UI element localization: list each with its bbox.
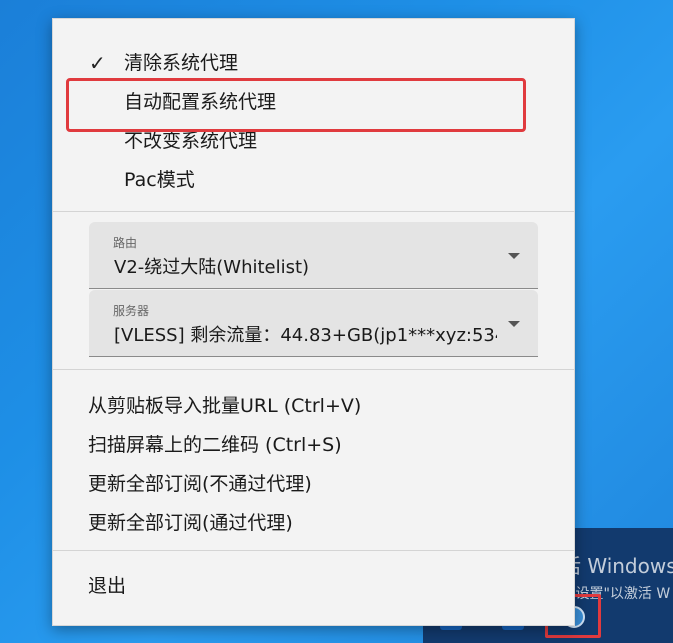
routing-select-value: V2-绕过大陆(Whitelist) (114, 257, 310, 278)
menu-item-import-from-clipboard[interactable]: 从剪贴板导入批量URL (Ctrl+V) (88, 391, 361, 418)
menu-item-exit[interactable]: 退出 (88, 571, 126, 598)
menu-item-update-subscriptions-direct[interactable]: 更新全部订阅(不通过代理) (88, 469, 312, 496)
menu-item-clear-system-proxy[interactable]: ✓ 清除系统代理 (53, 44, 574, 82)
auto-config-highlight-box (66, 78, 526, 132)
routing-select[interactable]: 路由 V2-绕过大陆(Whitelist) (89, 222, 538, 289)
server-select[interactable]: 服务器 [VLESS] 剩余流量：44.83+GB(jp1***xyz:5344… (89, 290, 538, 357)
menu-item-update-subscriptions-via-proxy[interactable]: 更新全部订阅(通过代理) (88, 508, 293, 535)
chevron-down-icon (508, 321, 520, 327)
menu-separator (53, 369, 574, 370)
server-select-value: [VLESS] 剩余流量：44.83+GB(jp1***xyz:53443) (114, 325, 497, 346)
menu-item-scan-qr-code[interactable]: 扫描屏幕上的二维码 (Ctrl+S) (88, 430, 342, 457)
menu-item-label: Pac模式 (124, 169, 195, 191)
menu-item-label: 清除系统代理 (124, 52, 239, 74)
server-select-label: 服务器 (113, 304, 150, 318)
routing-select-label: 路由 (113, 236, 138, 250)
menu-separator (53, 550, 574, 551)
checkmark-icon: ✓ (89, 51, 106, 75)
menu-item-pac-mode[interactable]: Pac模式 (53, 161, 574, 199)
menu-separator (53, 211, 574, 212)
chevron-down-icon (508, 253, 520, 259)
